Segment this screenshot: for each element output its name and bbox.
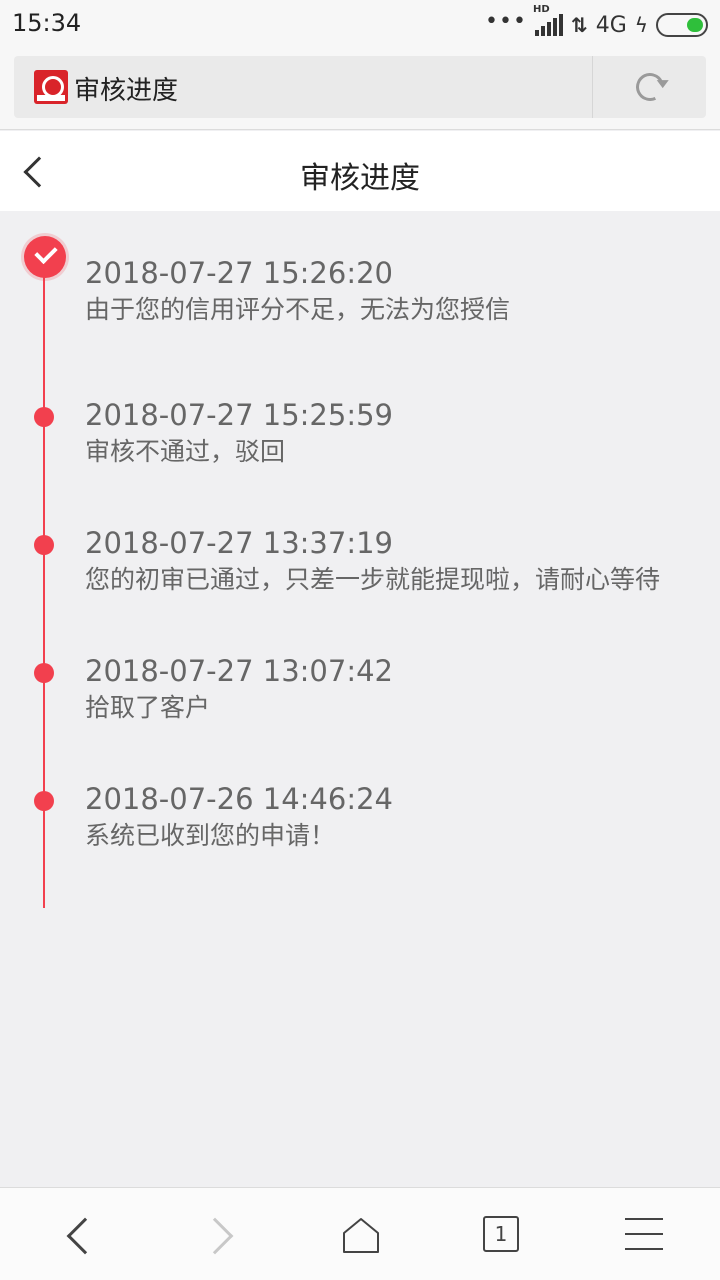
timeline-time: 2018-07-27 15:26:20 xyxy=(85,256,393,290)
timeline-time: 2018-07-27 13:07:42 xyxy=(85,654,393,688)
browser-address-bar: 审核进度 xyxy=(0,50,720,130)
timeline-message: 您的初审已通过，只差一步就能提现啦，请耐心等待 xyxy=(85,565,661,594)
timeline-time: 2018-07-27 15:25:59 xyxy=(85,398,393,432)
network-type: 4G xyxy=(595,12,627,38)
timeline-time: 2018-07-26 14:46:24 xyxy=(85,782,393,816)
browser-bottom-nav: 1 xyxy=(0,1187,720,1280)
nav-forward-icon[interactable] xyxy=(196,1217,234,1255)
status-icons: ••• HD ⇅ 4G ϟ xyxy=(485,4,708,40)
timeline-dot xyxy=(34,407,54,427)
timeline-dot xyxy=(34,663,54,683)
tabs-button[interactable]: 1 xyxy=(483,1216,519,1252)
timeline-dot xyxy=(34,535,54,555)
page-title: 审核进度 xyxy=(300,161,420,196)
timeline-item: 2018-07-27 15:25:59 审核不通过，驳回 xyxy=(85,396,715,470)
refresh-icon[interactable] xyxy=(632,69,668,105)
timeline-message: 由于您的信用评分不足，无法为您授信 xyxy=(85,295,511,324)
timeline-item: 2018-07-26 14:46:24 系统已收到您的申请！ xyxy=(85,780,715,854)
page-header: 审核进度 xyxy=(0,131,720,211)
status-time: 15:34 xyxy=(12,9,82,37)
signal-icon: HD xyxy=(533,4,563,36)
charging-icon: ϟ xyxy=(634,13,648,37)
timeline-item: 2018-07-27 13:07:42 拾取了客户 xyxy=(85,652,715,726)
battery-icon xyxy=(656,13,708,37)
timeline-time: 2018-07-27 13:37:19 xyxy=(85,526,393,560)
signal-hd-label: HD xyxy=(532,4,550,15)
timeline-message: 拾取了客户 xyxy=(85,693,211,722)
home-icon[interactable] xyxy=(342,1216,380,1254)
timeline-message: 系统已收到您的申请！ xyxy=(85,821,336,850)
status-bar: 15:34 ••• HD ⇅ 4G ϟ xyxy=(0,0,720,50)
nav-back-icon[interactable] xyxy=(66,1217,104,1255)
menu-icon[interactable] xyxy=(625,1218,663,1250)
data-transfer-icon: ⇅ xyxy=(570,13,588,37)
site-favicon-icon xyxy=(34,70,68,104)
address-divider xyxy=(592,56,593,118)
timeline-message: 审核不通过，驳回 xyxy=(85,437,286,466)
check-circle-icon xyxy=(24,236,66,278)
timeline-item: 2018-07-27 15:26:20 由于您的信用评分不足，无法为您授信 xyxy=(85,254,715,328)
more-dots-icon: ••• xyxy=(485,8,527,34)
timeline-item: 2018-07-27 13:37:19 您的初审已通过，只差一步就能提现啦，请耐… xyxy=(85,524,715,598)
timeline-dot xyxy=(34,791,54,811)
address-box[interactable]: 审核进度 xyxy=(14,56,706,118)
review-progress-timeline: 2018-07-27 15:26:20 由于您的信用评分不足，无法为您授信 20… xyxy=(0,212,720,1187)
address-page-title: 审核进度 xyxy=(74,76,179,106)
